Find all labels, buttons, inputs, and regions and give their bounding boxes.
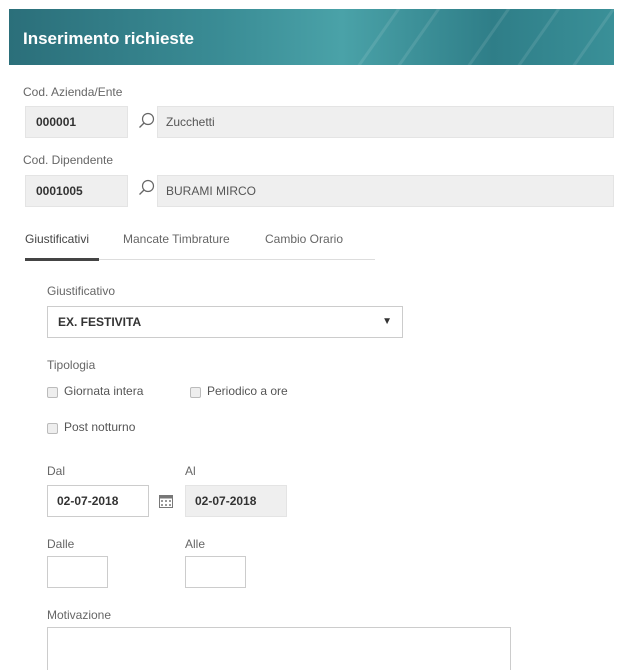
- dalle-time-input[interactable]: [47, 556, 108, 588]
- al-label: Al: [185, 464, 196, 478]
- page-header: Inserimento richieste: [9, 9, 614, 65]
- calendar-icon[interactable]: [159, 494, 173, 508]
- page-title: Inserimento richieste: [23, 29, 195, 48]
- periodico-a-ore-checkbox[interactable]: [190, 387, 201, 398]
- post-notturno-label: Post notturno: [64, 420, 136, 434]
- giornata-intera-label: Giornata intera: [64, 384, 144, 398]
- dipendente-code-field[interactable]: 0001005: [25, 175, 128, 207]
- search-icon[interactable]: [138, 179, 156, 197]
- periodico-a-ore-label: Periodico a ore: [207, 384, 288, 398]
- dal-label: Dal: [47, 464, 66, 478]
- azienda-description-field: Zucchetti: [157, 106, 614, 138]
- dipendente-label: Cod. Dipendente: [23, 153, 114, 167]
- tab-giustificativi[interactable]: Giustificativi: [25, 232, 89, 246]
- azienda-label: Cod. Azienda/Ente: [23, 85, 123, 99]
- search-icon[interactable]: [138, 112, 156, 130]
- giustificativo-selected-value: EX. FESTIVITA: [58, 315, 142, 329]
- caret-down-icon: ▼: [382, 316, 392, 327]
- giustificativo-label: Giustificativo: [47, 284, 116, 298]
- tab-cambio-orario[interactable]: Cambio Orario: [265, 232, 343, 246]
- post-notturno-checkbox[interactable]: [47, 423, 58, 434]
- alle-label: Alle: [185, 537, 206, 551]
- tipologia-label: Tipologia: [47, 358, 96, 372]
- azienda-code-field[interactable]: 000001: [25, 106, 128, 138]
- active-tab-indicator: [25, 258, 99, 261]
- motivazione-textarea[interactable]: [47, 627, 511, 670]
- dipendente-description-field: BURAMI MIRCO: [157, 175, 614, 207]
- tab-mancate-timbrature[interactable]: Mancate Timbrature: [123, 232, 230, 246]
- request-tabs: Giustificativi Mancate Timbrature Cambio…: [25, 228, 375, 261]
- giornata-intera-checkbox[interactable]: [47, 387, 58, 398]
- dalle-label: Dalle: [47, 537, 75, 551]
- giustificativo-select[interactable]: EX. FESTIVITA ▼: [47, 306, 403, 338]
- dal-date-input[interactable]: 02-07-2018: [47, 485, 149, 517]
- motivazione-label: Motivazione: [47, 608, 112, 622]
- al-date-field: 02-07-2018: [185, 485, 287, 517]
- alle-time-input[interactable]: [185, 556, 246, 588]
